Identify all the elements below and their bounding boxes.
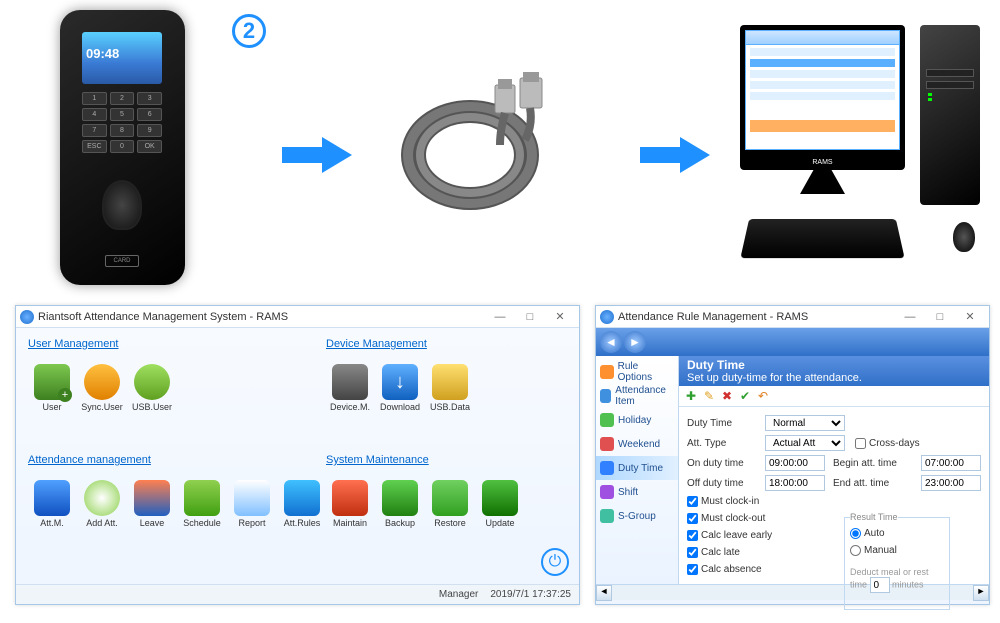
add-att-button[interactable]: Add Att.	[78, 470, 126, 528]
sidebar-item-holiday[interactable]: Holiday	[596, 408, 678, 432]
deduct-input[interactable]	[870, 577, 890, 593]
group-system-maintenance: System Maintenance	[326, 454, 524, 466]
sidebar-item-weekend[interactable]: Weekend	[596, 432, 678, 456]
fingerprint-terminal: 09:48 123 456 789 ESC0OK CARD	[60, 10, 185, 285]
card-slot: CARD	[105, 255, 139, 267]
status-user: Manager	[439, 589, 478, 600]
result-auto-radio[interactable]	[850, 528, 861, 539]
sidebar-item-duty-time[interactable]: Duty Time	[596, 456, 678, 480]
begin-att-time-input[interactable]	[921, 455, 981, 471]
window-title: Attendance Rule Management - RAMS	[618, 311, 895, 323]
must-clock-out-checkbox[interactable]	[687, 513, 698, 524]
app-icon	[20, 310, 34, 324]
status-datetime: 2019/7/1 17:37:25	[490, 589, 571, 600]
calc-leave-early-checkbox[interactable]	[687, 530, 698, 541]
mouse-icon	[953, 222, 975, 252]
desktop-computer: RAMS	[740, 25, 980, 270]
titlebar: Attendance Rule Management - RAMS — □ ✕	[596, 306, 989, 328]
sidebar-item-shift[interactable]: Shift	[596, 480, 678, 504]
arrow-icon	[640, 135, 710, 175]
content-panel: Duty Time Set up duty-time for the atten…	[679, 356, 989, 584]
duty-time-form: Duty Time Normal Att. Type Actual Att Cr…	[679, 407, 989, 584]
confirm-button[interactable]: ✔	[737, 388, 753, 404]
terminal-keypad: 123 456 789 ESC0OK	[82, 92, 162, 153]
add-button[interactable]: ✚	[683, 388, 699, 404]
cross-days-checkbox[interactable]	[855, 438, 866, 449]
user-button[interactable]: User	[28, 354, 76, 412]
keyboard-icon	[740, 219, 904, 258]
usb-data-button[interactable]: USB.Data	[426, 354, 474, 412]
arrow-icon	[282, 135, 352, 175]
result-manual-radio[interactable]	[850, 545, 861, 556]
nav-back-button[interactable]: ◄	[600, 331, 622, 353]
undo-button[interactable]: ↶	[755, 388, 771, 404]
rams-main-window: Riantsoft Attendance Management System -…	[15, 305, 580, 605]
att-m-button[interactable]: Att.M.	[28, 470, 76, 528]
minimize-button[interactable]: —	[485, 311, 515, 323]
off-duty-time-input[interactable]	[765, 475, 825, 491]
nav-forward-button[interactable]: ►	[624, 331, 646, 353]
sidebar-item-attendance-item[interactable]: Attendance Item	[596, 384, 678, 408]
maximize-button[interactable]: □	[515, 311, 545, 323]
edit-button[interactable]: ✎	[701, 388, 717, 404]
backup-button[interactable]: Backup	[376, 470, 424, 528]
monitor: RAMS	[740, 25, 905, 170]
on-duty-time-input[interactable]	[765, 455, 825, 471]
duty-time-select[interactable]: Normal	[765, 415, 845, 431]
att-rules-button[interactable]: Att.Rules	[278, 470, 326, 528]
close-button[interactable]: ✕	[955, 310, 985, 323]
minimize-button[interactable]: —	[895, 311, 925, 323]
sidebar-item-s-group[interactable]: S-Group	[596, 504, 678, 528]
content-toolbar: ✚ ✎ ✖ ✔ ↶	[679, 386, 989, 407]
att-type-select[interactable]: Actual Att	[765, 435, 845, 451]
download-button[interactable]: Download	[376, 354, 424, 412]
group-attendance-management: Attendance management	[28, 454, 326, 466]
device-m-button[interactable]: Device.M.	[326, 354, 374, 412]
sidebar-item-rule-options[interactable]: Rule Options	[596, 360, 678, 384]
maintain-button[interactable]: Maintain	[326, 470, 374, 528]
close-button[interactable]: ✕	[545, 310, 575, 323]
leave-button[interactable]: Leave	[128, 470, 176, 528]
ethernet-cable	[370, 70, 570, 210]
must-clock-in-checkbox[interactable]	[687, 496, 698, 507]
fingerprint-sensor-icon	[102, 180, 142, 230]
schedule-button[interactable]: Schedule	[178, 470, 226, 528]
power-button[interactable]: ⏻	[541, 548, 569, 576]
group-user-management: User Management	[28, 338, 176, 350]
sync-user-button[interactable]: Sync.User	[78, 354, 126, 412]
group-device-management: Device Management	[326, 338, 474, 350]
usb-user-button[interactable]: USB.User	[128, 354, 176, 412]
calc-late-checkbox[interactable]	[687, 547, 698, 558]
attendance-rule-window: Attendance Rule Management - RAMS — □ ✕ …	[595, 305, 990, 605]
calc-absence-checkbox[interactable]	[687, 564, 698, 575]
delete-button[interactable]: ✖	[719, 388, 735, 404]
nav-toolbar: ◄ ►	[596, 328, 989, 356]
end-att-time-input[interactable]	[921, 475, 981, 491]
terminal-time: 09:48	[86, 46, 119, 61]
window-title: Riantsoft Attendance Management System -…	[38, 311, 485, 323]
app-icon	[600, 310, 614, 324]
terminal-screen: 09:48	[82, 32, 162, 84]
restore-button[interactable]: Restore	[426, 470, 474, 528]
pc-tower	[920, 25, 980, 205]
status-bar: Manager 2019/7/1 17:37:25	[16, 584, 579, 604]
report-button[interactable]: Report	[228, 470, 276, 528]
maximize-button[interactable]: □	[925, 311, 955, 323]
update-button[interactable]: Update	[476, 470, 524, 528]
titlebar: Riantsoft Attendance Management System -…	[16, 306, 579, 328]
step-badge: 2	[232, 14, 266, 48]
result-time-fieldset: Result Time Auto Manual Deduct meal or r…	[844, 512, 950, 610]
sidebar: Rule Options Attendance Item Holiday Wee…	[596, 356, 679, 584]
connection-diagram: 09:48 123 456 789 ESC0OK CARD 2	[0, 0, 1000, 290]
content-header: Duty Time Set up duty-time for the atten…	[679, 356, 989, 386]
